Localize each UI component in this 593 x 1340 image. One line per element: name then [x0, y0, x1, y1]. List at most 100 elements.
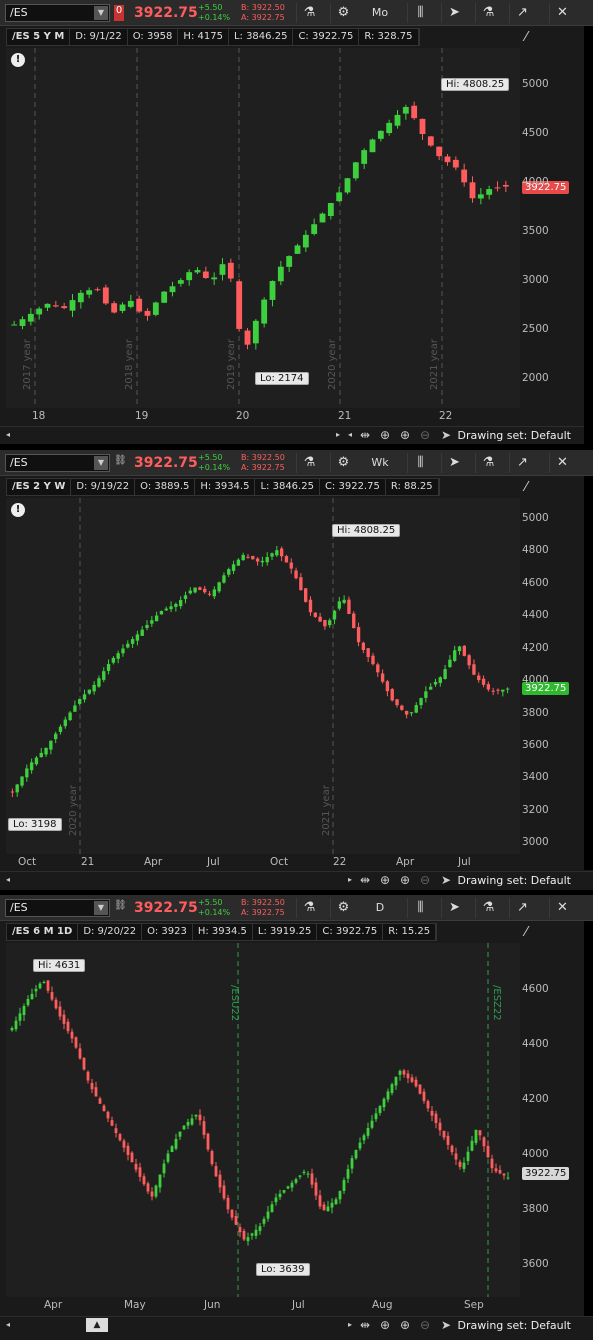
zoom-out-icon[interactable]: ⊖ [420, 873, 430, 887]
time-axis[interactable]: Oct 21 Apr Jul Oct 22 Apr Jul [6, 856, 520, 870]
chart-toolbar: /ES ▼ 0 3922.75 +5.50 +0.14% B: 3922.50 A: … [0, 0, 593, 26]
close-icon[interactable]: ✕ [549, 3, 575, 23]
candle [226, 1194, 230, 1214]
candle [138, 1162, 142, 1182]
scroll-left-icon[interactable]: ◂ [6, 875, 10, 884]
pointer-icon[interactable]: ➤ [441, 873, 451, 887]
price-axis[interactable]: 5000 4500 4000 3500 3000 2500 2000 [522, 48, 582, 408]
gear-icon[interactable]: ⚙ [330, 453, 356, 473]
candle [411, 101, 418, 120]
pointer-icon[interactable]: ➤ [441, 428, 451, 442]
alert-icon[interactable]: ! [11, 503, 25, 517]
candle [136, 295, 143, 314]
aggregation-button[interactable]: D [366, 898, 394, 918]
aggregation-button[interactable]: Wk [366, 453, 394, 473]
price-plot[interactable] [6, 943, 520, 1297]
chevron-down-icon[interactable]: ▼ [94, 456, 108, 470]
candle [298, 1174, 302, 1180]
drawing-set[interactable]: Drawing set: Default [458, 429, 571, 442]
price-plot[interactable] [6, 48, 520, 408]
drawing-set[interactable]: Drawing set: Default [458, 874, 571, 887]
symbol-field[interactable]: /ES ▼ [5, 454, 110, 472]
scroll-left-icon[interactable]: ◂ [6, 1320, 10, 1329]
flask-icon[interactable]: ⚗ [296, 898, 322, 918]
pan-icon[interactable]: ⇹ [360, 1318, 370, 1332]
crosshair-icon[interactable]: ⊕ [380, 873, 390, 887]
close-icon[interactable]: ✕ [549, 898, 575, 918]
candlestick-icon[interactable]: ⫼ [407, 453, 433, 473]
candle [491, 687, 495, 696]
zoom-in-icon[interactable]: ⊕ [400, 428, 410, 442]
flask-icon[interactable]: ⚗ [296, 453, 322, 473]
candle [444, 154, 451, 166]
draw-line-icon[interactable]: ⁄ [525, 925, 527, 940]
scroll-right-icon[interactable]: ▸ [348, 1320, 352, 1329]
price-axis[interactable]: 5000 4800 4600 4400 4200 4000 3800 3600 3400 3200… [522, 498, 582, 854]
aggregation-button[interactable]: Mo [366, 3, 394, 23]
cursor-icon[interactable]: ➤ [441, 3, 467, 23]
study-icon[interactable]: ⚗ [475, 898, 501, 918]
crosshair-icon[interactable]: ⊕ [380, 1318, 390, 1332]
time-axis[interactable]: 18 19 20 21 22 [6, 410, 520, 424]
zoom-in-icon[interactable]: ⊕ [400, 1318, 410, 1332]
cursor-icon[interactable]: ➤ [441, 898, 467, 918]
zoom-in-icon[interactable]: ⊕ [400, 873, 410, 887]
candlestick-icon[interactable]: ⫼ [407, 898, 433, 918]
flask-icon[interactable]: ⚗ [296, 3, 322, 23]
draw-line-icon[interactable]: ⁄ [525, 30, 527, 45]
close-icon[interactable]: ✕ [549, 453, 575, 473]
candle [352, 161, 359, 181]
drawing-tools-icon[interactable]: ↗ [509, 3, 535, 23]
candle [29, 758, 34, 774]
drawing-tools-icon[interactable]: ↗ [509, 898, 535, 918]
pan-icon[interactable]: ⇹ [360, 873, 370, 887]
drawing-tools-icon[interactable]: ↗ [509, 453, 535, 473]
gear-icon[interactable]: ⚙ [330, 898, 356, 918]
draw-line-icon[interactable]: ⁄ [525, 480, 527, 495]
candle [222, 1180, 226, 1201]
candle [361, 641, 366, 654]
pan-icon[interactable]: ⇹ [360, 428, 370, 442]
candlestick-icon[interactable]: ⫼ [407, 3, 433, 23]
candle [466, 1146, 470, 1165]
link-icon[interactable]: ⛓ [114, 900, 127, 916]
candle [428, 683, 433, 690]
chevron-down-icon[interactable]: ▼ [94, 901, 108, 915]
zoom-out-icon[interactable]: ⊖ [420, 1318, 430, 1332]
candle [308, 596, 313, 616]
zoom-out-icon[interactable]: ⊖ [420, 428, 430, 442]
drawing-set[interactable]: Drawing set: Default [458, 1319, 571, 1332]
scroll-left-icon[interactable]: ◂ [6, 430, 10, 439]
symbol-field[interactable]: /ES ▼ [5, 4, 110, 22]
candle [145, 620, 149, 631]
price-axis[interactable]: 4600 4400 4200 4000 3800 3600 [522, 943, 582, 1297]
link-badge[interactable]: 0 [114, 5, 124, 21]
time-axis[interactable]: Apr May Jun Jul Aug Sep [6, 1299, 520, 1313]
expand-icon[interactable]: ▲ [86, 1318, 108, 1332]
chevron-down-icon[interactable]: ▼ [94, 6, 108, 20]
scroll-right-icon[interactable]: ▸ [336, 430, 340, 439]
study-icon[interactable]: ⚗ [475, 453, 501, 473]
price-plot[interactable] [6, 498, 520, 854]
candle [242, 1228, 246, 1241]
candles [10, 943, 510, 1297]
study-icon[interactable]: ⚗ [475, 3, 501, 23]
candle [53, 731, 58, 744]
cursor-icon[interactable]: ➤ [441, 453, 467, 473]
candle [302, 230, 309, 252]
candle [39, 747, 43, 758]
year-label: 2021 year [321, 785, 332, 836]
scroll-left-icon[interactable]: ◂ [348, 430, 352, 439]
gear-icon[interactable]: ⚙ [330, 3, 356, 23]
crosshair-icon[interactable]: ⊕ [380, 428, 390, 442]
candle [356, 622, 361, 647]
year-label: 2020 year [327, 339, 338, 390]
candle [211, 272, 218, 285]
alert-icon[interactable]: ! [11, 53, 25, 67]
symbol-field[interactable]: /ES ▼ [5, 899, 110, 917]
pointer-icon[interactable]: ➤ [441, 1318, 451, 1332]
last-price: 3922.75 [134, 900, 198, 916]
link-icon[interactable]: ⛓ [114, 455, 127, 471]
year-label: 2021 year [429, 339, 440, 390]
scroll-right-icon[interactable]: ▸ [348, 875, 352, 884]
